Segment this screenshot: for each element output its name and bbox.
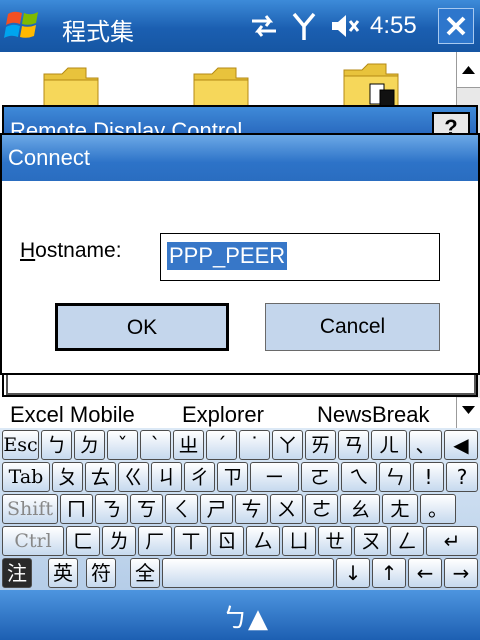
key[interactable]: ㄈ bbox=[66, 526, 100, 556]
windows-start-icon[interactable] bbox=[4, 6, 46, 46]
key[interactable]: ㄙ bbox=[246, 526, 280, 556]
scroll-down-icon bbox=[462, 406, 475, 414]
volume-icon[interactable] bbox=[330, 12, 362, 40]
games-folder-icon[interactable] bbox=[342, 60, 400, 110]
hostname-label-accel: H bbox=[20, 239, 36, 262]
key-arrow-up[interactable]: ↑ bbox=[372, 558, 406, 588]
key[interactable]: ㄍ bbox=[118, 462, 149, 492]
key[interactable]: ㄧ bbox=[250, 462, 299, 492]
key-backspace[interactable]: ◀ bbox=[444, 430, 478, 460]
key-enter[interactable]: ↵ bbox=[426, 526, 478, 556]
key[interactable]: ㄜ bbox=[305, 494, 338, 524]
title-bar: 程式集 4:55 bbox=[0, 0, 480, 52]
key[interactable]: ㄤ bbox=[382, 494, 418, 524]
cancel-button[interactable]: Cancel bbox=[265, 303, 440, 351]
program-newsbreak[interactable]: NewsBreak bbox=[317, 402, 429, 428]
key[interactable]: ㄏ bbox=[138, 526, 172, 556]
clock[interactable]: 4:55 bbox=[370, 12, 417, 40]
sync-icon[interactable] bbox=[248, 12, 280, 40]
key[interactable]: ㄛ bbox=[301, 462, 339, 492]
dialog-panel-edge bbox=[6, 375, 476, 395]
program-labels-row: Excel Mobile Explorer NewsBreak bbox=[0, 398, 456, 428]
key[interactable]: ㄦ bbox=[371, 430, 407, 460]
key[interactable]: ! bbox=[413, 462, 444, 492]
program-explorer[interactable]: Explorer bbox=[182, 402, 264, 428]
connect-dialog: Connect Hostname: PPP_PEER OK Cancel bbox=[0, 133, 480, 375]
key[interactable]: ㄢ bbox=[338, 430, 369, 460]
key[interactable]: 、 bbox=[409, 430, 442, 460]
key-ctrl[interactable]: Ctrl bbox=[2, 526, 64, 556]
close-icon bbox=[446, 16, 466, 36]
scroll-up-icon bbox=[462, 66, 475, 74]
key[interactable]: ㄎ bbox=[130, 494, 163, 524]
key[interactable]: ㄠ bbox=[340, 494, 380, 524]
key[interactable]: ㄔ bbox=[184, 462, 215, 492]
key-esc[interactable]: Esc bbox=[2, 430, 39, 460]
key[interactable]: ㄝ bbox=[318, 526, 352, 556]
key[interactable]: ㄞ bbox=[305, 430, 336, 460]
key-tab[interactable]: Tab bbox=[2, 462, 50, 492]
key[interactable]: ㄘ bbox=[235, 494, 268, 524]
input-method-button[interactable]: ㄅ▲ bbox=[222, 598, 268, 635]
key[interactable]: ㄕ bbox=[200, 494, 233, 524]
key-symbol-mode[interactable]: 符 bbox=[86, 558, 116, 588]
key[interactable]: ㄌ bbox=[102, 526, 136, 556]
key[interactable]: ㄐ bbox=[151, 462, 182, 492]
key[interactable]: 。 bbox=[420, 494, 456, 524]
key-space[interactable] bbox=[162, 558, 334, 588]
scroll-up-button[interactable] bbox=[457, 52, 480, 88]
scroll-down-button[interactable] bbox=[456, 398, 480, 428]
close-button[interactable] bbox=[438, 8, 474, 44]
key[interactable]: ㄓ bbox=[173, 430, 204, 460]
key[interactable]: ㄣ bbox=[379, 462, 411, 492]
connect-title: Connect bbox=[8, 145, 90, 170]
key-fullwidth-mode[interactable]: 全 bbox=[130, 558, 160, 588]
key-shift[interactable]: Shift bbox=[2, 494, 58, 524]
hostname-label-text: ostname: bbox=[35, 239, 122, 262]
bottom-bar: ㄅ▲ bbox=[0, 590, 480, 640]
key[interactable]: ㄋ bbox=[95, 494, 128, 524]
key[interactable]: ㄩ bbox=[282, 526, 316, 556]
key-arrow-right[interactable]: → bbox=[444, 558, 478, 588]
key[interactable]: ㄑ bbox=[165, 494, 198, 524]
key[interactable]: ? bbox=[446, 462, 478, 492]
key[interactable]: ㄉ bbox=[74, 430, 105, 460]
signal-icon[interactable] bbox=[290, 10, 318, 42]
key-zhuyin-mode[interactable]: 注 bbox=[2, 558, 32, 588]
key[interactable]: ㄟ bbox=[341, 462, 377, 492]
program-excel-mobile[interactable]: Excel Mobile bbox=[10, 402, 135, 428]
key[interactable]: ˋ bbox=[140, 430, 171, 460]
key[interactable]: ㄡ bbox=[354, 526, 388, 556]
soft-keyboard: Esc ㄅ ㄉ ˇ ˋ ㄓ ˊ ˙ ㄚ ㄞ ㄢ ㄦ 、 ◀ Tab ㄆ ㄊ ㄍ … bbox=[0, 428, 480, 590]
key-english-mode[interactable]: 英 bbox=[48, 558, 78, 588]
ok-button[interactable]: OK bbox=[55, 303, 229, 351]
connect-titlebar: Connect bbox=[2, 135, 478, 181]
key[interactable]: ㄗ bbox=[217, 462, 248, 492]
app-title: 程式集 bbox=[62, 19, 134, 46]
key[interactable]: ㄅ bbox=[41, 430, 72, 460]
key[interactable]: ㄒ bbox=[174, 526, 208, 556]
key[interactable]: ㄚ bbox=[272, 430, 303, 460]
hostname-input[interactable]: PPP_PEER bbox=[160, 233, 440, 281]
key[interactable]: ㄊ bbox=[85, 462, 116, 492]
key[interactable]: ㄆ bbox=[52, 462, 83, 492]
key[interactable]: ㄥ bbox=[390, 526, 424, 556]
key[interactable]: ˊ bbox=[206, 430, 237, 460]
key[interactable]: ˙ bbox=[239, 430, 270, 460]
key[interactable]: ˇ bbox=[107, 430, 138, 460]
key[interactable]: ㄇ bbox=[60, 494, 93, 524]
key-arrow-left[interactable]: ← bbox=[408, 558, 442, 588]
hostname-label: Hostname: bbox=[20, 239, 122, 263]
key-arrow-down[interactable]: ↓ bbox=[336, 558, 370, 588]
key[interactable]: ㄨ bbox=[270, 494, 303, 524]
key[interactable]: ㄖ bbox=[210, 526, 244, 556]
hostname-value: PPP_PEER bbox=[167, 242, 288, 270]
